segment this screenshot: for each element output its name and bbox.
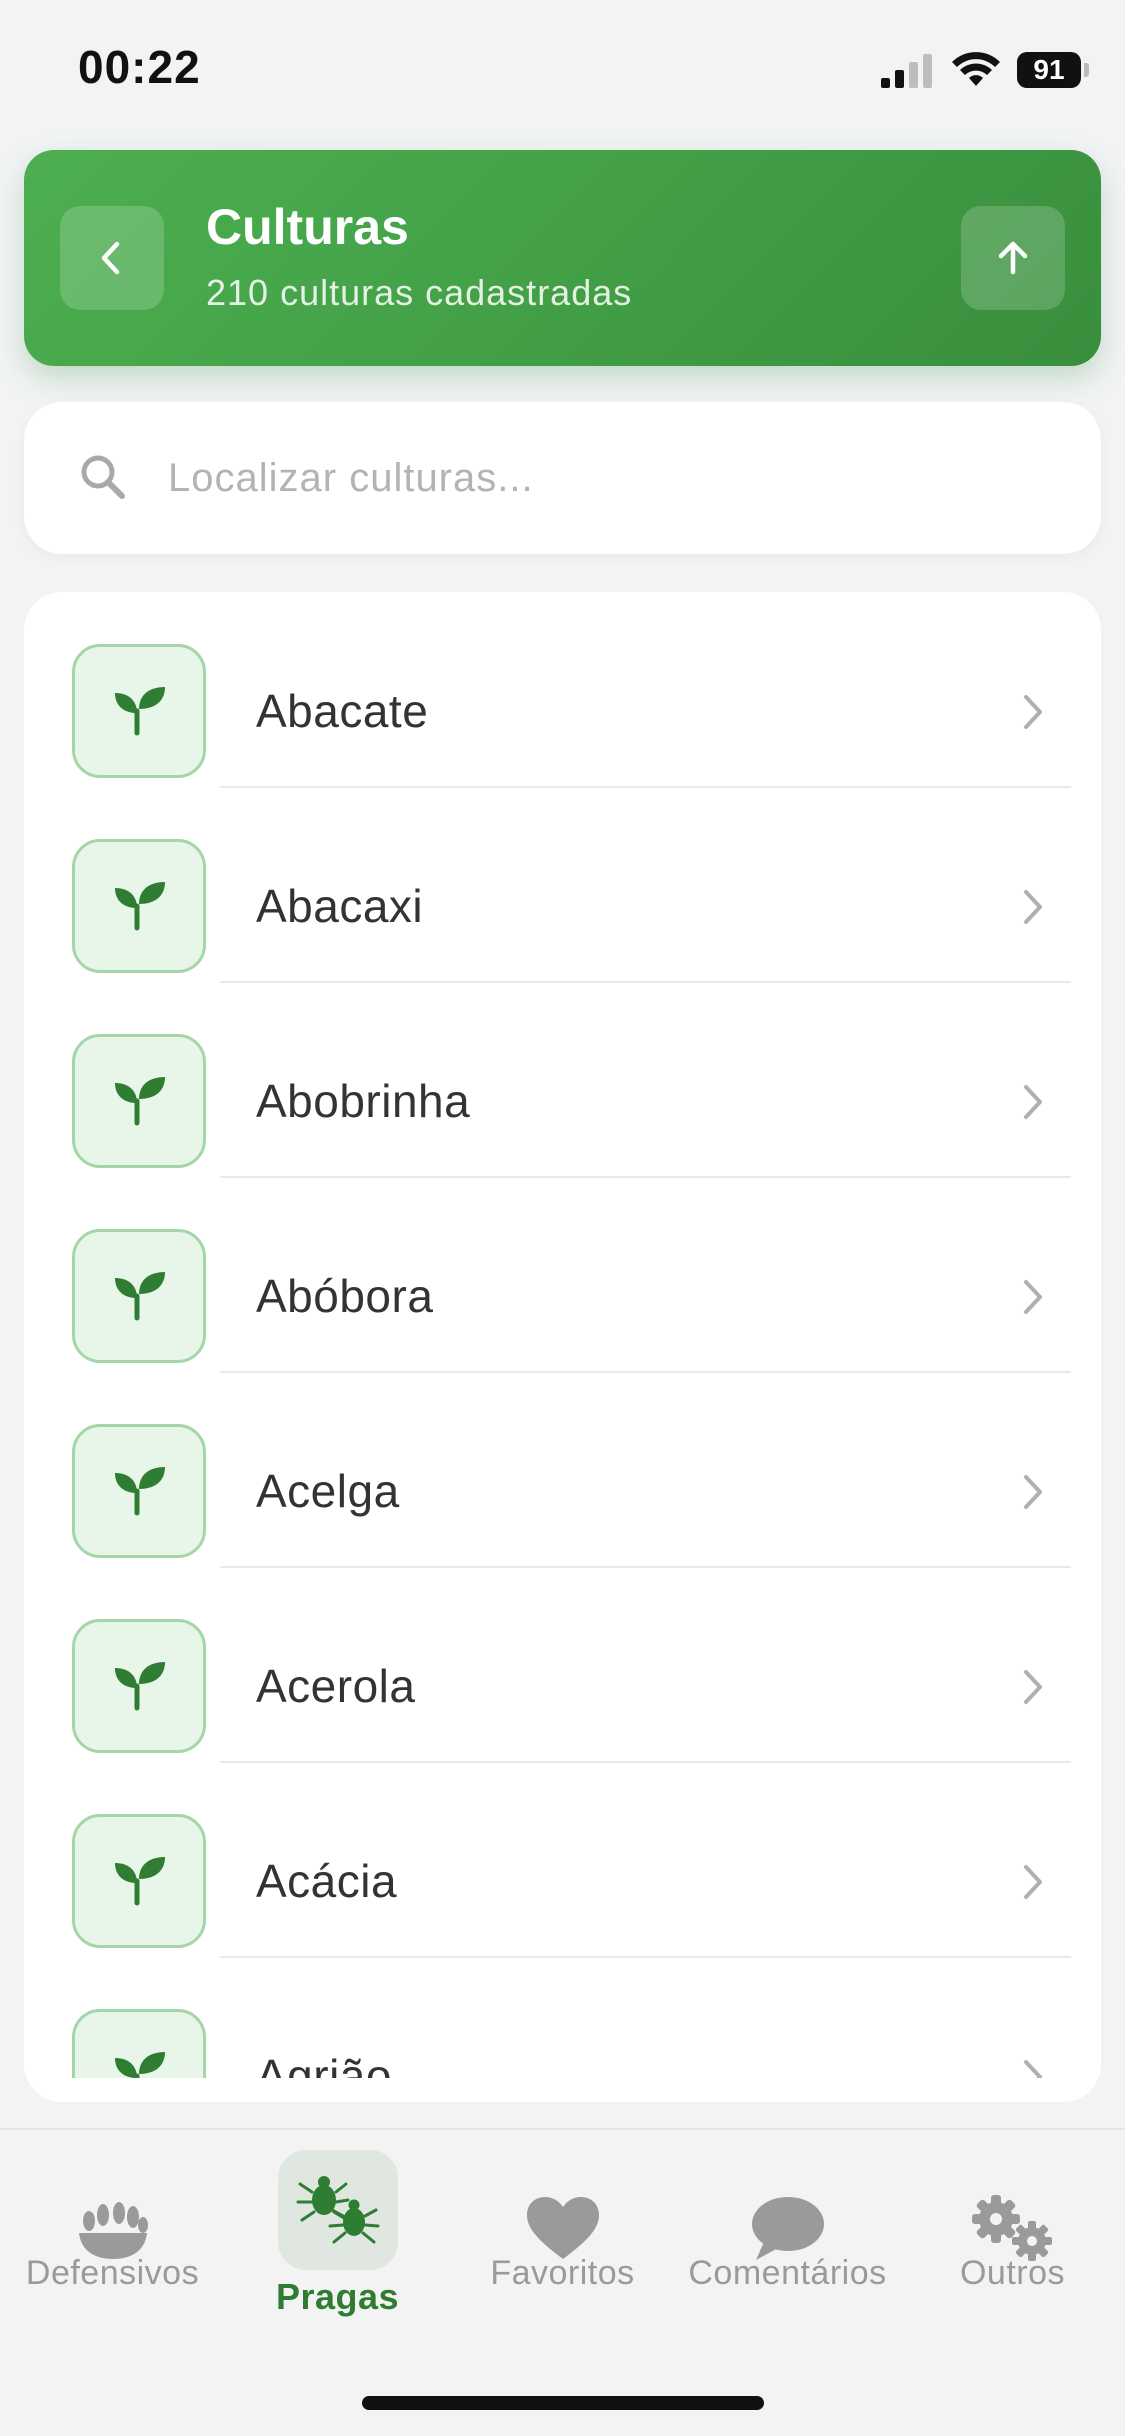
nav-label-outros: Outros [959, 2254, 1066, 2292]
chevron-right-icon [1024, 1280, 1042, 1314]
bottom-nav: Defensivos Pragas Favoritos Comentários … [0, 2128, 1125, 2436]
signal-icon [881, 54, 932, 88]
wifi-icon [952, 52, 1000, 86]
back-button[interactable] [60, 206, 164, 310]
list-item[interactable]: Acerola [24, 1567, 1101, 1763]
list-item-label: Abacaxi [256, 880, 424, 932]
chevron-right-icon [1024, 695, 1042, 729]
nav-label-favoritos: Favoritos [490, 2254, 635, 2292]
list-item-label: Abacate [256, 685, 429, 737]
page-title: Culturas [206, 199, 409, 255]
status-icons: 91 [881, 48, 1089, 92]
nav-label-pragas: Pragas [275, 2276, 400, 2317]
search-icon [81, 455, 125, 499]
status-time: 00:22 [78, 41, 201, 93]
nav-label-defensivos: Defensivos [25, 2254, 200, 2292]
seedling-icon [72, 1814, 206, 1948]
list-item-label: Agrião [256, 2050, 392, 2078]
header-card: Culturas 210 culturas cadastradas [24, 150, 1101, 366]
search-box [24, 402, 1101, 554]
bugs-icon [277, 2150, 398, 2270]
chevron-right-icon [1024, 1085, 1042, 1119]
battery-icon: 91 [1017, 52, 1089, 88]
seedling-icon [72, 839, 206, 973]
page-subtitle: 210 culturas cadastradas [206, 272, 633, 313]
list-item-label: Acerola [256, 1660, 416, 1712]
seedling-icon [72, 644, 206, 778]
chevron-right-icon [1024, 2060, 1042, 2078]
nav-label-comentarios: Comentários [688, 2254, 887, 2292]
seedling-icon [72, 1619, 206, 1753]
nav-item-outros[interactable]: Outros [900, 2130, 1125, 2330]
chevron-right-icon [1024, 1475, 1042, 1509]
list-item[interactable]: Agrião [24, 1957, 1101, 2078]
culture-list-scroll[interactable]: Abacate Abacaxi Abobrinha Abóbora Acelga… [24, 592, 1101, 2078]
list-item[interactable]: Abobrinha [24, 982, 1101, 1178]
app-screen: 00:22 91 Culturas 210 culturas cadastrad… [0, 0, 1125, 2436]
seedling-icon [72, 2009, 206, 2078]
seedling-icon [72, 1424, 206, 1558]
nav-item-defensivos[interactable]: Defensivos [0, 2130, 225, 2330]
list-item[interactable]: Abóbora [24, 1177, 1101, 1373]
seedling-icon [72, 1034, 206, 1168]
seedling-icon [72, 1229, 206, 1363]
list-item[interactable]: Abacate [24, 592, 1101, 788]
status-bar: 00:22 91 [0, 0, 1125, 140]
list-item[interactable]: Acácia [24, 1762, 1101, 1958]
list-item-label: Acelga [256, 1465, 400, 1517]
chevron-left-icon [101, 241, 120, 275]
scroll-top-button[interactable] [961, 206, 1065, 310]
nav-item-favoritos[interactable]: Favoritos [450, 2130, 675, 2330]
list-item-label: Acácia [256, 1855, 398, 1907]
chevron-right-icon [1024, 1865, 1042, 1899]
list-item[interactable]: Acelga [24, 1372, 1101, 1568]
list-item-label: Abobrinha [256, 1075, 471, 1127]
home-indicator [362, 2396, 764, 2410]
search-input[interactable] [168, 442, 1048, 514]
arrow-up-icon [998, 241, 1028, 275]
list-item-label: Abóbora [256, 1270, 434, 1322]
culture-list: Abacate Abacaxi Abobrinha Abóbora Acelga… [24, 592, 1101, 2102]
battery-level: 91 [1033, 54, 1065, 85]
list-item[interactable]: Abacaxi [24, 787, 1101, 983]
chevron-right-icon [1024, 1670, 1042, 1704]
nav-item-pragas[interactable]: Pragas [225, 2130, 450, 2330]
nav-item-comentarios[interactable]: Comentários [675, 2130, 900, 2330]
chevron-right-icon [1024, 890, 1042, 924]
